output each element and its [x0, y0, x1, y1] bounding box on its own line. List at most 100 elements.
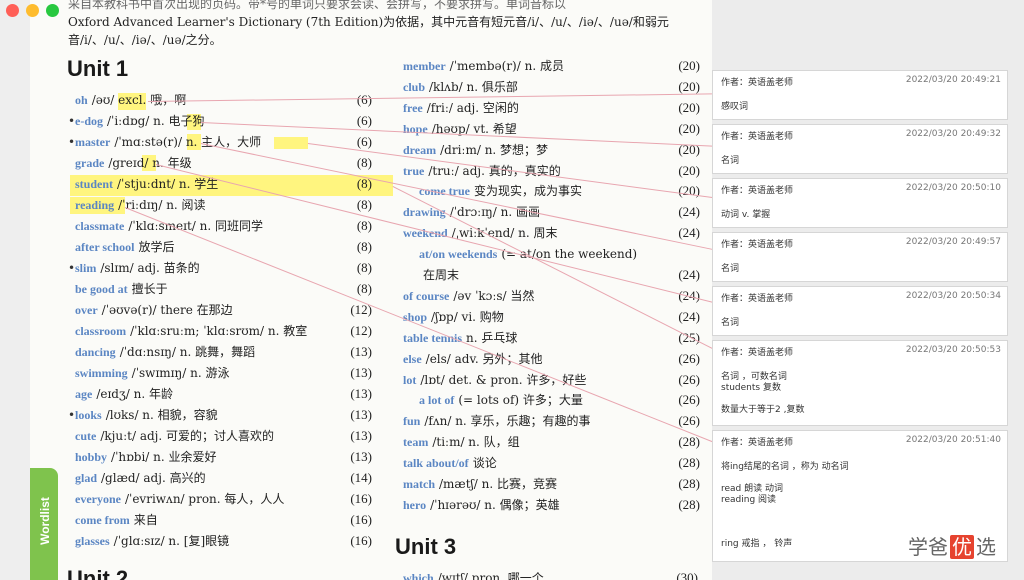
page-ref: (20): [678, 99, 700, 115]
page-ref: (16): [350, 512, 372, 527]
comment-card[interactable]: 作者：英语盖老师 2022/03/20 20:50:10 动词 v. 掌握: [712, 178, 1008, 228]
headword: hero: [403, 497, 427, 512]
page-ref: (28): [678, 476, 700, 491]
headword: hobby: [75, 450, 108, 464]
comment-card[interactable]: 作者：英语盖老师 2022/03/20 20:50:34 名词: [712, 286, 1008, 336]
word-entry[interactable]: at/on weekends (= at/on the weekend): [419, 244, 700, 264]
comment-card[interactable]: 作者：英语盖老师 2022/03/20 20:49:57 名词: [712, 232, 1008, 282]
entry-definition: 谈论: [472, 456, 497, 471]
comment-timestamp: 2022/03/20 20:50:34: [905, 291, 1001, 301]
entry-definition: /driːm/ n. 梦想；梦: [440, 142, 549, 157]
entry-definition: /ˈstjuːdnt/ n. 学生: [117, 177, 219, 191]
entry-definition: /əv ˈkɔːs/ 当然: [453, 288, 535, 303]
entry-definition: (= lots of) 许多；大量: [458, 393, 583, 408]
word-entry[interactable]: classroom/ˈklɑːsruːm; ˈklɑːsrʊm/ n. 教室 (1…: [75, 321, 372, 341]
word-entry[interactable]: team/tiːm/ n. 队，组 (28): [403, 432, 700, 452]
word-entry[interactable]: • slim/slɪm/ adj. 苗条的 (8): [68, 258, 372, 278]
comment-card[interactable]: 作者：英语盖老师 2022/03/20 20:49:32 名词: [712, 124, 1008, 174]
page-ref: (20): [678, 141, 700, 157]
word-entry[interactable]: hope/həʊp/ vt. 希望 (20): [403, 119, 700, 139]
intro-line: 采自本教科书中首次出现的页码。带*号的单词只要求会读、会拼写，不要求拼写。单词音…: [68, 0, 567, 11]
zoom-window-button[interactable]: [46, 4, 59, 17]
bullet-marker: •: [68, 135, 76, 149]
word-entry[interactable]: drawing/ˈdrɔːɪŋ/ n. 画画 (24): [403, 202, 700, 222]
word-entry[interactable]: table tennisn. 乒乓球(25): [403, 328, 700, 348]
entry-definition: /greɪd/ n. 年级: [108, 156, 192, 170]
bullet-marker: •: [68, 261, 76, 275]
minimize-window-button[interactable]: [26, 4, 39, 17]
headword: weekend: [403, 226, 448, 241]
comment-timestamp: 2022/03/20 20:49:57: [905, 237, 1001, 247]
comment-author: 作者：英语盖老师: [721, 348, 794, 358]
word-entry[interactable]: free/friː/ adj. 空闲的 (20): [403, 98, 700, 118]
page-ref: (20): [678, 120, 700, 136]
page-ref: (28): [678, 496, 700, 512]
word-entry[interactable]: cute/kjuːt/ adj. 可爱的；讨人喜欢的 (13): [75, 426, 372, 446]
close-window-button[interactable]: [6, 4, 19, 17]
headword: match: [403, 477, 435, 491]
entry-definition: 擅长于: [131, 282, 168, 296]
comment-timestamp: 2022/03/20 20:50:10: [905, 183, 1001, 193]
word-entry[interactable]: come from 来自 (16): [75, 510, 372, 530]
word-entry[interactable]: glad/glæd/ adj. 高兴的 (14): [75, 468, 372, 488]
bullet-marker: •: [68, 408, 76, 422]
page-ref: (26): [678, 392, 700, 408]
page-ref: (24): [678, 308, 700, 324]
word-entry[interactable]: over/ˈəʊvə(r)/ there 在那边 (12): [75, 300, 372, 320]
entry-definition: /truː/ adj. 真的，真实的: [428, 163, 561, 178]
word-entry[interactable]: match/mætʃ/ n. 比赛，竞赛 (28): [403, 474, 700, 494]
word-entry[interactable]: true/truː/ adj. 真的，真实的 (20): [403, 161, 700, 181]
entry-definition: /lʊks/ n. 相貌，容貌: [105, 408, 218, 422]
page-ref: (20): [678, 58, 700, 73]
word-entry[interactable]: of course/əv ˈkɔːs/ 当然(24): [403, 286, 700, 306]
word-entry[interactable]: 在周末 (24): [419, 265, 700, 285]
word-entry[interactable]: shop/ʃɒp/ vi. 购物 (24): [403, 307, 700, 327]
word-entry[interactable]: lot/lɒt/ det. & pron. 许多，好些 (26): [403, 370, 700, 390]
watermark-badge: 优: [950, 535, 974, 559]
word-entry[interactable]: else/els/ adv. 另外；其他 (26): [403, 349, 700, 369]
word-entry[interactable]: weekend/ˌwiːkˈend/ n. 周末 (24): [403, 223, 700, 243]
page-ref: (13): [350, 386, 372, 401]
word-entry[interactable]: a lot of (= lots of) 许多；大量 (26): [419, 390, 700, 410]
page-ref: (26): [678, 371, 700, 387]
entry-definition: 来自: [133, 513, 158, 527]
word-entry[interactable]: member/ˈmembə(r)/ n. 成员 (20): [403, 56, 700, 76]
page-ref: (20): [678, 183, 700, 199]
headword: after school: [75, 240, 135, 254]
word-entry[interactable]: which/wɪtʃ/ pron. 哪一个 (30): [403, 568, 698, 580]
word-entry[interactable]: come true 变为现实，成为事实 (20): [419, 181, 700, 201]
word-entry[interactable]: classmate/ˈklɑːsmeɪt/ n. 同班同学 (8): [75, 216, 372, 236]
word-entry[interactable]: • looks/lʊks/ n. 相貌，容貌 (13): [68, 405, 372, 425]
word-entry[interactable]: fun/fʌn/ n. 享乐，乐趣；有趣的事 (26): [403, 411, 700, 431]
intro-text: 采自本教科书中首次出现的页码。带*号的单词只要求会读、会拼写，不要求拼写。单词音…: [68, 0, 712, 49]
word-entry[interactable]: hero/ˈhɪərəʊ/ n. 偶像；英雄 (28): [403, 495, 700, 515]
comment-card[interactable]: 作者：英语盖老师 2022/03/20 20:49:21 感叹词: [712, 70, 1008, 120]
comment-card[interactable]: 作者：英语盖老师 2022/03/20 20:50:53 名词 ，可数名词 stude…: [712, 340, 1008, 426]
comment-author: 作者：英语盖老师: [721, 132, 794, 142]
word-entry[interactable]: talk about/of 谈论 (28): [403, 453, 700, 473]
word-entry[interactable]: dancing/ˈdɑːnsɪŋ/ n. 跳舞，舞蹈 (13): [75, 342, 372, 362]
word-entry[interactable]: swimming/ˈswɪmɪŋ/ n. 游泳 (13): [75, 363, 372, 383]
entry-definition: /ʃɒp/ vi. 购物: [431, 309, 504, 324]
comment-author: 作者：英语盖老师: [721, 186, 794, 196]
entry-definition: /ˈevriwʌn/ pron. 每人，人人: [124, 492, 285, 506]
window-controls: [6, 4, 59, 17]
entry-definition: /ˈdrɔːɪŋ/ n. 画画: [449, 205, 540, 220]
page-ref: (12): [350, 323, 372, 338]
word-entry[interactable]: glasses/ˈglɑːsɪz/ n. [复]眼镜 (16): [75, 531, 372, 551]
headword: else: [403, 351, 422, 366]
page-ref: (14): [350, 470, 372, 485]
page-ref: (8): [356, 155, 372, 170]
word-entry[interactable]: age/eɪdʒ/ n. 年龄 (13): [75, 384, 372, 404]
headword: lot: [403, 372, 417, 387]
word-entry[interactable]: hobby/ˈhɒbi/ n. 业余爱好 (13): [75, 447, 372, 467]
word-entry[interactable]: everyone/ˈevriwʌn/ pron. 每人，人人 (16): [75, 489, 372, 509]
headword: drawing: [403, 205, 446, 220]
headword: grade: [75, 156, 105, 170]
word-entry[interactable]: student/ˈstjuːdnt/ n. 学生 (8): [75, 174, 372, 194]
entry-definition: /slɪm/ adj. 苗条的: [100, 261, 200, 275]
word-entry[interactable]: • master/ˈmɑːstə(r)/ n. 主人，大师 (6): [68, 132, 372, 152]
headword: fun: [403, 414, 421, 429]
word-entry[interactable]: reading/ˈriːdɪŋ/ n. 阅读 (8): [75, 195, 372, 215]
comment-text: reading 阅读: [721, 495, 777, 505]
